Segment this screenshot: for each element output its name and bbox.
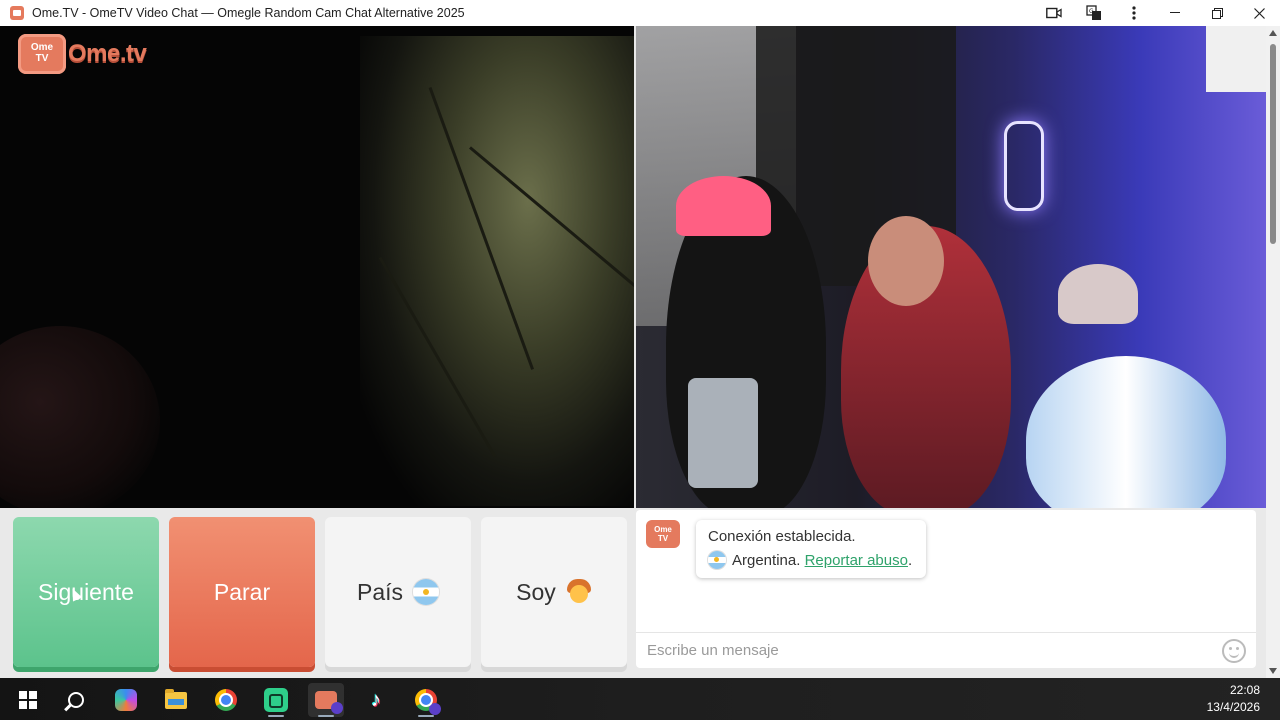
plastic-cup [688, 378, 758, 488]
gender-button[interactable]: Soy [481, 517, 627, 667]
country-name: Argentina. [732, 551, 801, 569]
system-message: Conexión establecida. Argentina. Reporta… [696, 520, 926, 578]
pink-cap [676, 176, 771, 236]
windows-start-icon[interactable] [10, 683, 46, 717]
next-button[interactable]: Siguiente [13, 517, 159, 667]
svg-text:G: G [1089, 8, 1094, 15]
person-right [1026, 356, 1226, 508]
clock-date: 13/4/2026 [1206, 700, 1260, 714]
chrome-icon[interactable] [208, 683, 244, 717]
minimize-icon[interactable] [1154, 0, 1196, 26]
connection-status: Conexión establecida. [708, 528, 856, 545]
window-title: Ome.TV - OmeTV Video Chat — Omegle Rando… [32, 6, 465, 20]
scroll-up-icon[interactable] [1269, 30, 1277, 36]
copilot-icon[interactable] [108, 683, 144, 717]
emoji-icon[interactable] [1222, 639, 1246, 663]
windows-taskbar: ♪ 22:08 13/4/2026 [0, 678, 1280, 720]
stop-button-label: Parar [213, 578, 271, 605]
chrome-profile-icon[interactable] [408, 683, 444, 717]
country-line: Argentina. Reportar abuso. [708, 551, 914, 569]
window-controls: G [1034, 0, 1280, 26]
more-icon[interactable] [1114, 0, 1154, 26]
scroll-down-icon[interactable] [1269, 668, 1277, 674]
tv-logo-icon: Ome TV [18, 34, 66, 74]
next-button-label: Siguiente [38, 578, 134, 605]
ometv-chat-logo-icon: Ome TV [646, 520, 680, 548]
ometv-logo[interactable]: Ome TV Ome.tv [18, 34, 147, 74]
ometv-favicon-icon [10, 6, 24, 20]
message-input[interactable] [636, 642, 1206, 659]
logo-wordmark: Ome.tv [68, 40, 147, 67]
ometv-taskbar-icon[interactable] [308, 683, 344, 717]
boy-emoji-icon [566, 579, 592, 605]
argentina-flag-icon [708, 551, 726, 569]
white-cap [1058, 264, 1138, 324]
country-button-label: País [356, 578, 404, 605]
stranger-video [636, 26, 1266, 508]
own-camera-video: Ome TV Ome.tv [0, 26, 634, 508]
system-clock[interactable]: 22:08 13/4/2026 [1207, 682, 1260, 716]
scrollbar-thumb[interactable] [1270, 44, 1276, 244]
clock-time: 22:08 [1229, 683, 1260, 697]
stop-button[interactable]: Parar [169, 517, 315, 667]
report-abuse-link[interactable]: Reportar abuso [805, 552, 908, 569]
country-button[interactable]: País [325, 517, 471, 667]
person-middle-head [868, 216, 944, 306]
tiktok-icon[interactable]: ♪ [358, 683, 394, 717]
gender-button-label: Soy [516, 578, 556, 605]
green-app-icon[interactable] [258, 683, 294, 717]
camera-icon[interactable] [1034, 0, 1074, 26]
ometv-app: Ome TV Ome.tv Siguiente Parar País Soy O… [0, 26, 1266, 678]
browser-title-bar: Ome.TV - OmeTV Video Chat — Omegle Rando… [0, 0, 1280, 26]
bright-window [1206, 26, 1266, 92]
close-icon[interactable] [1238, 0, 1280, 26]
chat-panel: Ome TV Conexión establecida. Argentina. … [636, 510, 1256, 668]
message-input-bar [636, 632, 1256, 668]
argentina-flag-icon [413, 579, 440, 605]
file-explorer-icon[interactable] [158, 683, 194, 717]
restore-icon[interactable] [1196, 0, 1238, 26]
face-shadow [0, 326, 160, 508]
neon-sign [1004, 121, 1044, 211]
search-icon[interactable] [58, 683, 94, 717]
page-scrollbar[interactable] [1266, 26, 1280, 678]
translate-icon[interactable]: G [1074, 0, 1114, 26]
